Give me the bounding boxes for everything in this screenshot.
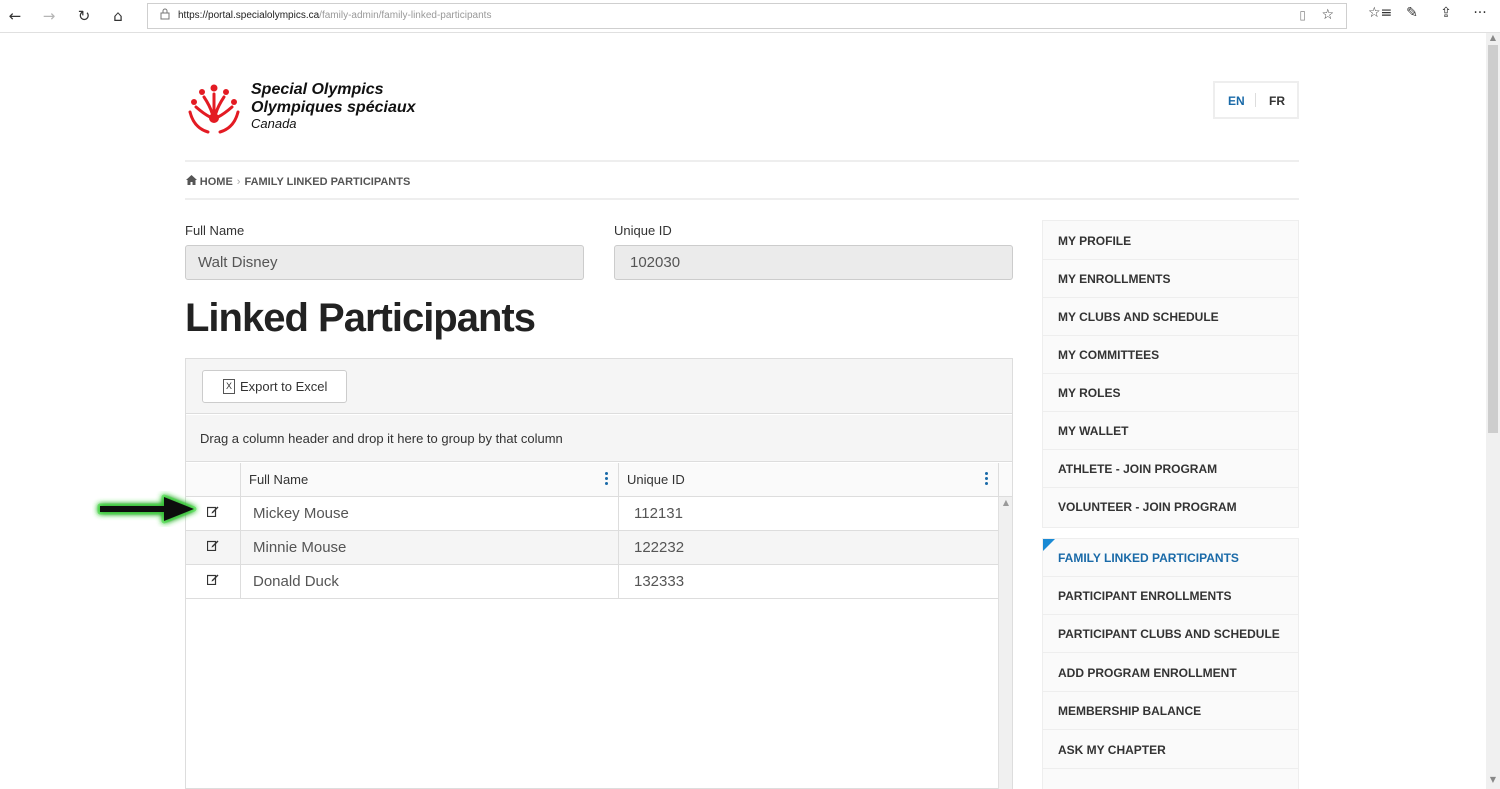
lang-fr-link[interactable]: FR [1269, 94, 1285, 108]
row-unique-id: 122232 [618, 531, 998, 564]
back-icon[interactable]: ← [3, 4, 27, 28]
unique-id-label: Unique ID [614, 223, 672, 238]
full-name-label: Full Name [185, 223, 245, 238]
column-header-label: Full Name [249, 472, 309, 487]
refresh-icon[interactable]: ↻ [72, 4, 96, 28]
sidebar-item-my-enrollments[interactable]: MY ENROLLMENTS [1043, 260, 1298, 298]
row-unique-id: 132333 [618, 565, 998, 598]
row-full-name: Mickey Mouse [240, 497, 618, 530]
breadcrumb-home-link[interactable]: HOME [200, 176, 233, 188]
logo-line-country: Canada [251, 116, 297, 131]
logo-line-english: Special Olympics [251, 81, 384, 98]
table-row[interactable]: Donald Duck 132333 [186, 565, 998, 599]
grid-scroll-up-icon[interactable]: ▲ [999, 497, 1013, 509]
browser-toolbar: ← → ↻ ⌂ https://portal.specialolympics.c… [0, 0, 1500, 33]
column-header-full-name[interactable]: Full Name [240, 463, 618, 497]
sidebar-item-my-wallet[interactable]: MY WALLET [1043, 412, 1298, 450]
grid-header-scroll-spacer [998, 463, 1012, 497]
column-header-unique-id[interactable]: Unique ID [618, 463, 998, 497]
pointer-arrow-icon [97, 494, 197, 524]
sidebar-family-menu: FAMILY LINKED PARTICIPANTS PARTICIPANT E… [1042, 538, 1299, 789]
lang-en-link[interactable]: EN [1228, 94, 1245, 108]
breadcrumb-separator: › [236, 176, 241, 188]
grid-scrollbar[interactable]: ▲ [998, 497, 1012, 789]
export-label: Export to Excel [240, 379, 328, 394]
logo-text: Special Olympics Olympiques spéciaux Can… [251, 81, 416, 131]
sidebar-item-participant-enrollments[interactable]: PARTICIPANT ENROLLMENTS [1043, 577, 1298, 615]
lock-icon [160, 8, 170, 23]
sidebar-item-my-profile[interactable]: MY PROFILE [1043, 222, 1298, 260]
sidebar-item-participant-clubs-and-schedule[interactable]: PARTICIPANT CLUBS AND SCHEDULE [1043, 615, 1298, 653]
sidebar-item-family-linked-participants[interactable]: FAMILY LINKED PARTICIPANTS [1043, 539, 1298, 577]
export-to-excel-button[interactable]: X Export to Excel [202, 370, 347, 403]
logo-line-french: Olympiques spéciaux [251, 99, 416, 116]
reading-view-icon[interactable]: ▯ [1299, 8, 1306, 22]
home-icon[interactable]: ⌂ [106, 4, 130, 28]
divider-bottom [185, 198, 1299, 200]
address-bar[interactable]: https://portal.specialolympics.ca/family… [147, 3, 1347, 29]
scroll-thumb[interactable] [1488, 45, 1498, 433]
sidebar-item-ask-my-chapter[interactable]: ASK MY CHAPTER [1043, 731, 1298, 769]
column-header-label: Unique ID [627, 472, 685, 487]
share-icon[interactable]: ⇪ [1436, 5, 1456, 21]
lang-divider [1255, 93, 1256, 107]
site-logo[interactable]: Special Olympics Olympiques spéciaux Can… [184, 78, 484, 138]
pen-icon[interactable]: ✎ [1402, 5, 1422, 21]
table-row[interactable]: Mickey Mouse 112131 [186, 497, 998, 531]
forward-icon[interactable]: → [37, 4, 61, 28]
linked-participants-grid: X Export to Excel Drag a column header a… [185, 358, 1013, 789]
page-title: Linked Participants [185, 296, 536, 340]
column-menu-icon[interactable] [985, 472, 989, 488]
home-icon [186, 175, 200, 188]
grid-header-row: Full Name Unique ID [186, 463, 998, 497]
row-unique-id: 112131 [618, 497, 998, 530]
breadcrumb-current: FAMILY LINKED PARTICIPANTS [244, 176, 411, 188]
sidebar-item-athlete-join-program[interactable]: ATHLETE - JOIN PROGRAM [1043, 450, 1298, 488]
sidebar-item-add-program-enrollment[interactable]: ADD PROGRAM ENROLLMENT [1043, 654, 1298, 692]
edit-icon[interactable] [186, 531, 240, 564]
row-full-name: Donald Duck [240, 565, 618, 598]
scroll-up-icon[interactable]: ▲ [1488, 33, 1498, 43]
favorite-star-icon[interactable]: ☆ [1321, 7, 1334, 23]
column-menu-icon[interactable] [605, 472, 609, 488]
grid-toolbar: X Export to Excel [186, 359, 1012, 414]
sidebar-item-my-committees[interactable]: MY COMMITTEES [1043, 336, 1298, 374]
special-olympics-logo-icon [188, 84, 240, 134]
full-name-field[interactable]: Walt Disney [185, 245, 584, 280]
more-icon[interactable]: ··· [1470, 5, 1490, 21]
page-scrollbar[interactable]: ▲ ▼ [1486, 33, 1500, 789]
sidebar-item-membership-balance[interactable]: MEMBERSHIP BALANCE [1043, 692, 1298, 730]
excel-icon: X [223, 379, 235, 394]
group-by-panel[interactable]: Drag a column header and drop it here to… [186, 415, 1012, 462]
url-text: https://portal.specialolympics.ca/family… [178, 10, 492, 21]
edit-icon[interactable] [186, 565, 240, 598]
language-switcher: EN FR [1213, 81, 1299, 119]
unique-id-field[interactable]: 102030 [614, 245, 1013, 280]
sidebar-my-account-menu: MY PROFILE MY ENROLLMENTS MY CLUBS AND S… [1042, 220, 1299, 528]
breadcrumb: HOME › FAMILY LINKED PARTICIPANTS [186, 175, 410, 188]
scroll-down-icon[interactable]: ▼ [1488, 775, 1498, 785]
divider-top [185, 160, 1299, 162]
sidebar-item-volunteer-join-program[interactable]: VOLUNTEER - JOIN PROGRAM [1043, 488, 1298, 526]
sidebar-item-my-clubs-and-schedule[interactable]: MY CLUBS AND SCHEDULE [1043, 298, 1298, 336]
sidebar-item-my-roles[interactable]: MY ROLES [1043, 374, 1298, 412]
favorites-list-icon[interactable]: ☆≡ [1368, 5, 1392, 21]
row-full-name: Minnie Mouse [240, 531, 618, 564]
table-row[interactable]: Minnie Mouse 122232 [186, 531, 998, 565]
